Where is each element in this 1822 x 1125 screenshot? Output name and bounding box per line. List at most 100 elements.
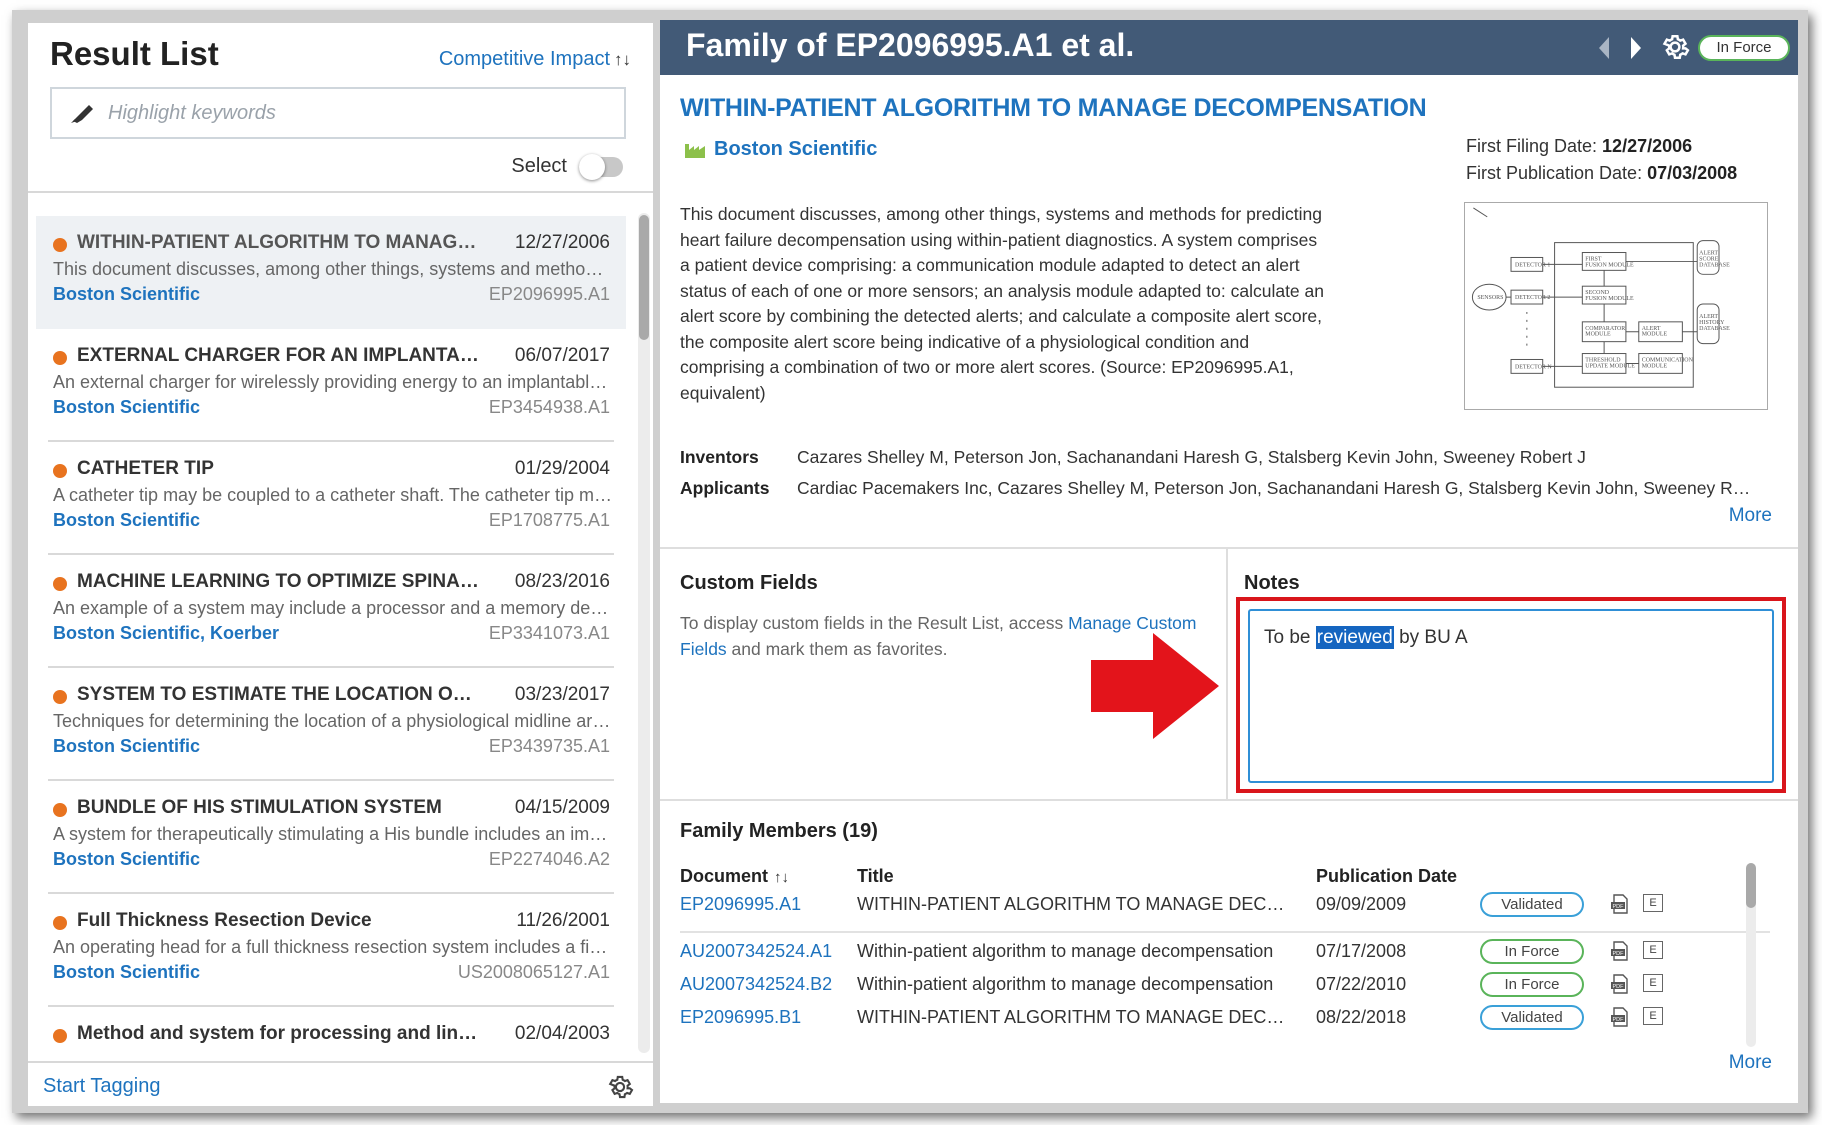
family-members-title: Family Members (19): [680, 820, 878, 842]
result-company-link[interactable]: Boston Scientific: [53, 284, 200, 305]
status-dot-icon: [53, 577, 67, 591]
result-title[interactable]: Method and system for processing and lin…: [77, 1023, 482, 1045]
assignee-link[interactable]: Boston Scientific: [714, 138, 877, 161]
notes-selected-text: reviewed: [1315, 626, 1394, 649]
result-title[interactable]: WITHIN-PATIENT ALGORITHM TO MANAGE DECOM…: [77, 232, 482, 254]
result-date: 03/23/2017: [514, 684, 610, 705]
export-icon[interactable]: E: [1643, 894, 1663, 912]
document-link[interactable]: AU2007342524.B2: [680, 974, 850, 995]
pdf-download-icon[interactable]: PDF: [1609, 893, 1631, 915]
column-document[interactable]: Document ↑↓: [680, 866, 850, 887]
result-description: This document discusses, among other thi…: [53, 259, 613, 279]
gear-icon[interactable]: [606, 1073, 634, 1101]
previous-arrow-icon[interactable]: [1593, 34, 1615, 62]
result-publication-number: EP2096995.A1: [488, 284, 610, 304]
result-company-link[interactable]: Boston Scientific: [53, 397, 200, 418]
result-list-item[interactable]: BUNDLE OF HIS STIMULATION SYSTEM 04/15/20…: [48, 781, 614, 894]
select-row: Select: [511, 153, 623, 180]
svg-text:FUSION MODULE: FUSION MODULE: [1585, 262, 1634, 268]
highlight-keywords-input[interactable]: [108, 98, 608, 128]
svg-text:DATABASE: DATABASE: [1699, 326, 1730, 332]
more-link[interactable]: More: [1729, 505, 1772, 527]
notes-text-before: To be: [1264, 627, 1316, 648]
publication-date: 09/09/2009: [1316, 894, 1407, 914]
highlight-keywords-field[interactable]: [50, 87, 626, 139]
table-body: EP2096995.A1 WITHIN-PATIENT ALGORITHM TO …: [680, 892, 1770, 1040]
table-row: AU2007342524.B2 Within-patient algorithm …: [680, 972, 1770, 1007]
document-title: WITHIN-PATIENT ALGORITHM TO MANAGE DECOM…: [857, 894, 1297, 914]
applicants-label: Applicants: [680, 478, 770, 498]
more-link[interactable]: More: [1729, 1052, 1772, 1074]
gear-icon[interactable]: [1660, 32, 1690, 62]
notes-textarea[interactable]: To be reviewed by BU A: [1248, 609, 1774, 783]
svg-text:PDF: PDF: [1613, 984, 1625, 990]
result-date: 12/27/2006: [514, 232, 610, 253]
divider: [28, 191, 653, 193]
assignee: Boston Scientific: [684, 138, 877, 161]
sort-arrows-icon: ↑↓: [614, 50, 631, 69]
select-toggle[interactable]: [579, 153, 623, 180]
sort-competitive-impact[interactable]: Competitive Impact ↑↓: [439, 48, 631, 71]
document-link[interactable]: EP2096995.A1: [680, 894, 850, 915]
result-list-item[interactable]: Full Thickness Resection Device 11/26/200…: [48, 894, 614, 1007]
result-list-item[interactable]: CATHETER TIP 01/29/2004 A catheter tip may…: [48, 442, 614, 555]
result-title[interactable]: BUNDLE OF HIS STIMULATION SYSTEM: [77, 797, 482, 819]
red-arrow-icon: [1091, 633, 1219, 739]
result-list-item[interactable]: WITHIN-PATIENT ALGORITHM TO MANAGE DECOM…: [36, 216, 626, 329]
export-icon[interactable]: E: [1643, 974, 1663, 992]
document-link[interactable]: AU2007342524.A1: [680, 941, 850, 962]
export-icon[interactable]: E: [1643, 941, 1663, 959]
detail-header: Family of EP2096995.A1 et al. In Force: [660, 20, 1798, 75]
status-badge: Validated: [1480, 892, 1584, 917]
result-company-link[interactable]: Boston Scientific: [53, 962, 200, 983]
sort-icon[interactable]: ↑↓: [774, 869, 789, 886]
patent-drawing-thumbnail[interactable]: DETECTOR 1DETECTOR 2DETECTOR N FIRSTFUSI…: [1464, 202, 1768, 410]
result-title[interactable]: Full Thickness Resection Device: [77, 910, 482, 932]
status-badge: In Force: [1480, 939, 1584, 964]
scrollbar-thumb[interactable]: [1746, 863, 1756, 908]
pdf-download-icon[interactable]: PDF: [1609, 940, 1631, 962]
result-company-link[interactable]: Boston Scientific: [53, 510, 200, 531]
result-list-title: Result List: [50, 35, 219, 72]
family-table-scrollbar[interactable]: [1746, 863, 1756, 1047]
result-company-link[interactable]: Boston Scientific: [53, 736, 200, 757]
result-title[interactable]: SYSTEM TO ESTIMATE THE LOCATION OF A SPI…: [77, 684, 482, 706]
result-list-scrollbar[interactable]: [638, 213, 650, 1053]
result-title[interactable]: EXTERNAL CHARGER FOR AN IMPLANTABLE MEDI…: [77, 345, 482, 367]
divider: [28, 1061, 653, 1063]
svg-text:PDF: PDF: [1613, 1017, 1625, 1023]
scrollbar-thumb[interactable]: [639, 215, 649, 340]
export-icon[interactable]: E: [1643, 1007, 1663, 1025]
result-company-link[interactable]: Boston Scientific: [53, 849, 200, 870]
document-title: Within-patient algorithm to manage decom…: [857, 974, 1274, 994]
document-title: Within-patient algorithm to manage decom…: [857, 941, 1274, 961]
document-title-link[interactable]: WITHIN-PATIENT ALGORITHM TO MANAGE DECOM…: [680, 94, 1427, 123]
custom-fields-text-before: To display custom fields in the Result L…: [680, 613, 1069, 633]
document-link[interactable]: EP2096995.B1: [680, 1007, 850, 1028]
result-title[interactable]: MACHINE LEARNING TO OPTIMIZE SPINAL CORD…: [77, 571, 482, 593]
result-list-panel: Result List Competitive Impact↑↓ Select …: [28, 23, 653, 1106]
document-title: WITHIN-PATIENT ALGORITHM TO MANAGE DECOM…: [857, 1007, 1297, 1027]
result-title[interactable]: CATHETER TIP: [77, 458, 482, 480]
column-publication-date[interactable]: Publication Date: [1316, 866, 1466, 887]
select-label: Select: [511, 155, 567, 177]
publication-date: 07/17/2008: [1316, 941, 1407, 961]
result-list-item[interactable]: EXTERNAL CHARGER FOR AN IMPLANTABLE MEDI…: [48, 329, 614, 442]
pdf-download-icon[interactable]: PDF: [1609, 1006, 1631, 1028]
result-list-item[interactable]: MACHINE LEARNING TO OPTIMIZE SPINAL CORD…: [48, 555, 614, 668]
result-list-item[interactable]: SYSTEM TO ESTIMATE THE LOCATION OF A SPI…: [48, 668, 614, 781]
result-description: A catheter tip may be coupled to a cathe…: [53, 485, 613, 505]
inventors-value: Cazares Shelley M, Peterson Jon, Sachana…: [797, 447, 1586, 467]
svg-text:UPDATE MODULE: UPDATE MODULE: [1585, 363, 1635, 369]
result-list-item[interactable]: Method and system for processing and lin…: [48, 1007, 614, 1056]
pdf-download-icon[interactable]: PDF: [1609, 973, 1631, 995]
next-arrow-icon[interactable]: [1625, 34, 1647, 62]
svg-text:DETECTOR 2: DETECTOR 2: [1515, 295, 1550, 301]
divider: [660, 547, 1798, 549]
start-tagging-link[interactable]: Start Tagging: [43, 1075, 161, 1098]
column-title[interactable]: Title: [857, 866, 1297, 887]
result-company-link[interactable]: Boston Scientific, Koerber: [53, 623, 279, 644]
result-date: 06/07/2017: [514, 345, 610, 366]
result-publication-number: EP3439735.A1: [488, 736, 610, 756]
status-dot-icon: [53, 916, 67, 930]
